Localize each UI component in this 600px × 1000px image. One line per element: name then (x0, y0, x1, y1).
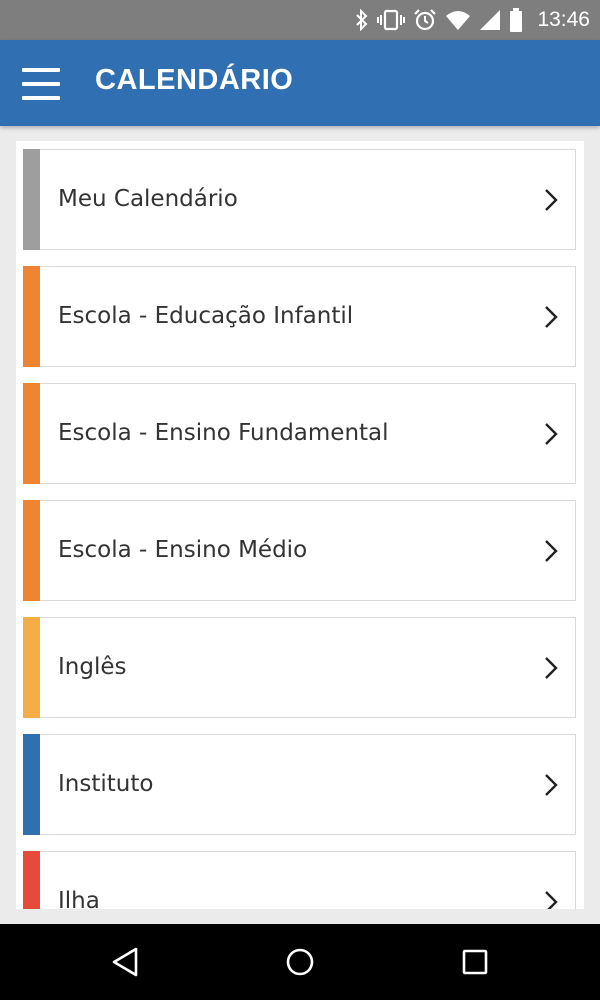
calendar-item-label: Meu Calendário (58, 186, 238, 212)
page-title: CALENDÁRIO (95, 64, 294, 96)
battery-icon (510, 8, 523, 32)
back-icon[interactable] (110, 946, 140, 978)
calendar-item-label: Ilha (58, 888, 100, 909)
home-icon[interactable] (285, 946, 315, 978)
calendar-item-ensino-medio[interactable]: Escola - Ensino Médio (23, 500, 576, 601)
navigation-bar (0, 924, 600, 1000)
calendar-color-stripe (23, 149, 40, 250)
calendar-color-stripe (23, 851, 40, 909)
chevron-right-icon (545, 306, 558, 328)
status-time: 13:46 (537, 8, 590, 31)
calendar-item-label: Escola - Educação Infantil (58, 303, 354, 329)
wifi-icon (446, 11, 471, 30)
status-icons: 13:46 (355, 0, 590, 40)
vibrate-icon (377, 9, 406, 31)
calendar-item-ingles[interactable]: Inglês (23, 617, 576, 718)
hamburger-menu-icon[interactable] (18, 64, 64, 104)
calendar-color-stripe (23, 617, 40, 718)
chevron-right-icon (545, 189, 558, 211)
chevron-right-icon (545, 423, 558, 445)
calendar-item-instituto[interactable]: Instituto (23, 734, 576, 835)
calendar-item-label: Escola - Ensino Médio (58, 537, 308, 563)
bluetooth-icon (356, 9, 368, 31)
calendar-item-label: Escola - Ensino Fundamental (58, 420, 389, 446)
calendar-color-stripe (23, 500, 40, 601)
calendar-item-ensino-fundamental[interactable]: Escola - Ensino Fundamental (23, 383, 576, 484)
chevron-right-icon (545, 891, 558, 909)
app-bar: CALENDÁRIO (0, 40, 600, 126)
calendar-item-label: Inglês (58, 654, 127, 680)
chevron-right-icon (545, 540, 558, 562)
calendar-item-ilha[interactable]: Ilha (23, 851, 576, 909)
recents-icon[interactable] (461, 946, 489, 978)
calendar-item-label: Instituto (58, 771, 154, 797)
status-bar: 13:46 (0, 0, 600, 40)
calendar-item-meu-calendario[interactable]: Meu Calendário (23, 149, 576, 250)
calendar-color-stripe (23, 383, 40, 484)
calendar-color-stripe (23, 734, 40, 835)
alarm-icon (414, 9, 437, 31)
calendar-color-stripe (23, 266, 40, 367)
chevron-right-icon (545, 657, 558, 679)
calendar-item-educacao-infantil[interactable]: Escola - Educação Infantil (23, 266, 576, 367)
chevron-right-icon (545, 774, 558, 796)
signal-icon (480, 10, 501, 30)
calendar-list: Meu Calendário Escola - Educação Infanti… (16, 141, 584, 909)
